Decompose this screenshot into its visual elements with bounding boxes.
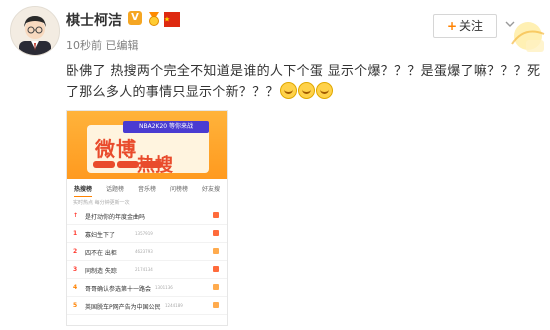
hot-search-banner: NBA2K20 等你来战 微博 热搜 xyxy=(67,111,227,179)
chevron-down-icon[interactable] xyxy=(505,16,515,32)
follow-label: 关注 xyxy=(459,19,484,33)
tab-music: 音乐榜 xyxy=(137,186,156,193)
avatar[interactable] xyxy=(10,6,60,56)
list-item: 5 英国脱车P网产告为中国公民 1244189 xyxy=(67,297,227,315)
item-title: 哥哥确认参选第十一路会 xyxy=(85,286,152,293)
tag-icon xyxy=(213,302,219,308)
post-content: 卧佛了 热搜两个完全不知道是谁的人下个蛋 显示个爆？？？是蛋爆了嘛？？？死了那么… xyxy=(66,61,544,103)
rank-label: ↑ xyxy=(73,212,79,219)
update-note: 实时热点 每分钟更新一次 xyxy=(73,200,130,206)
item-title: 是打动你的年度金曲吗 xyxy=(85,214,146,221)
grin-emoji-icon xyxy=(315,82,333,99)
banner-ad: NBA2K20 等你来战 xyxy=(123,121,209,133)
china-flag-icon xyxy=(164,12,180,27)
banner-title: 微博 xyxy=(95,137,137,161)
item-count: 1357919 xyxy=(135,231,153,236)
item-count: 1301136 xyxy=(155,285,173,290)
tab-topics: 话题榜 xyxy=(105,186,124,193)
post-image[interactable]: NBA2K20 等你来战 微博 热搜 热搜榜 话题榜 音乐榜 问榜榜 好友搜 实… xyxy=(66,110,228,326)
list-item: 1 寡妇生下了 1357919 xyxy=(67,225,227,243)
item-count: 2174134 xyxy=(135,267,153,272)
author-name[interactable]: 棋士柯洁 xyxy=(66,10,122,30)
hot-tag-icon xyxy=(213,266,219,272)
item-title: 寡妇生下了 xyxy=(85,232,116,239)
item-count: 4623793 xyxy=(135,249,153,254)
post-meta: 10秒前 已编辑 xyxy=(66,39,139,52)
item-title: 英国脱车P网产告为中国公民 xyxy=(85,304,161,311)
item-title: 四不在 出柜 xyxy=(85,250,117,257)
tab-hot-search: 热搜榜 xyxy=(73,183,92,197)
rank-label: 4 xyxy=(73,284,78,291)
hot-search-tabs: 热搜榜 话题榜 音乐榜 问榜榜 好友搜 xyxy=(67,183,227,197)
item-title: 同制造 失踪 xyxy=(85,268,117,275)
tab-friends: 好友搜 xyxy=(201,186,220,193)
rank-label: 5 xyxy=(73,302,78,309)
medal-icon xyxy=(146,10,162,26)
rank-label: 1 xyxy=(73,230,78,237)
hot-tag-icon xyxy=(213,230,219,236)
rank-label: 2 xyxy=(73,248,78,255)
plus-icon: + xyxy=(446,19,458,33)
tab-questions: 问榜榜 xyxy=(169,186,188,193)
list-item: ↑ 是打动你的年度金曲吗 xyxy=(67,207,227,225)
banner-chip xyxy=(141,161,163,168)
grin-emoji-icon xyxy=(279,82,297,99)
avatar-illustration xyxy=(11,7,59,55)
hot-tag-icon xyxy=(213,212,219,218)
tag-icon xyxy=(213,248,219,254)
tag-icon xyxy=(213,284,219,290)
banner-chip xyxy=(93,161,115,168)
item-count: 1244189 xyxy=(165,303,183,308)
rank-label: 3 xyxy=(73,266,78,273)
list-item: 3 同制造 失踪 2174134 xyxy=(67,261,227,279)
verified-badge: V xyxy=(128,11,142,25)
follow-button[interactable]: + 关注 xyxy=(433,14,497,38)
banner-chip xyxy=(117,161,139,168)
grin-emoji-icon xyxy=(297,82,315,99)
list-item: 2 四不在 出柜 4623793 xyxy=(67,243,227,261)
hot-search-list: ↑ 是打动你的年度金曲吗 1 寡妇生下了 1357919 2 四不在 出柜 46… xyxy=(67,207,227,315)
list-item: 4 哥哥确认参选第十一路会 1301136 xyxy=(67,279,227,297)
